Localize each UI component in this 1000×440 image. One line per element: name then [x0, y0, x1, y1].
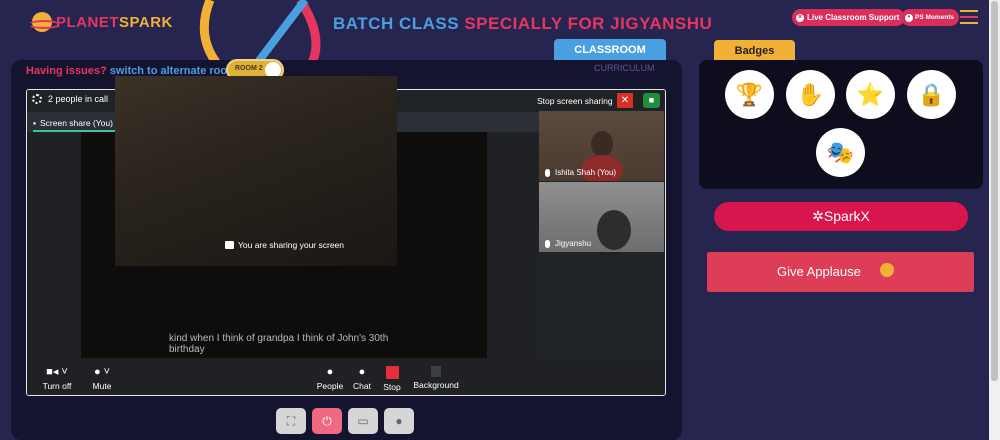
mic-toggle-button[interactable]: ● ˅ Mute — [82, 366, 122, 391]
page-title-part-b: SPECIALLY FOR JIGYANSHU — [464, 14, 713, 33]
palette-button[interactable]: ● — [384, 408, 414, 434]
chat-icon: ● — [358, 366, 366, 378]
moments-icon: • — [905, 13, 913, 22]
give-applause-label: Give Applause — [777, 264, 861, 279]
tab-classroom[interactable]: CLASSROOM — [554, 39, 666, 61]
stop-label: Stop — [383, 382, 401, 392]
microphone-icon: ● ˅ — [93, 366, 111, 378]
sharing-message-text: You are sharing your screen — [238, 240, 345, 250]
room-toggle-label: ROOM 2 — [235, 65, 263, 72]
leave-button[interactable]: ⏻ — [312, 408, 342, 434]
stop-screen-sharing-label: Stop screen sharing — [537, 96, 613, 106]
classroom-action-bar: ⛶ ⏻ ▭ ● — [276, 408, 414, 434]
page-scrollbar[interactable] — [989, 0, 1000, 440]
video-subtitle: kind when I think of grandpa I think of … — [169, 333, 389, 355]
give-applause-button[interactable]: Give Applause — [707, 252, 974, 292]
page-title: BATCH CLASS SPECIALLY FOR JIGYANSHU — [333, 14, 712, 34]
participant-tile[interactable]: Jigyanshu — [539, 182, 664, 252]
planet-icon — [28, 12, 60, 32]
participant-tile[interactable]: Ishita Shah (You) — [539, 111, 664, 181]
menu-icon[interactable] — [960, 10, 978, 28]
sparkx-label: SparkX — [823, 208, 870, 224]
lock-badge-icon[interactable]: 🔒 — [907, 70, 956, 119]
participant-name: Jigyanshu — [555, 239, 592, 248]
ps-moments-label: PS Moments — [915, 14, 955, 21]
camera-label: Turn off — [42, 381, 72, 391]
people-button[interactable]: ● People — [315, 366, 345, 391]
background-label: Background — [413, 380, 459, 390]
microphone-icon — [545, 239, 550, 248]
tab-curriculum[interactable]: CURRICULUM — [594, 63, 655, 73]
sparkx-icon: ✲ — [812, 208, 824, 224]
stop-share-icon — [385, 366, 399, 379]
page-title-part-a: BATCH CLASS — [333, 14, 460, 33]
people-label: People — [316, 381, 344, 391]
trophy-badge-icon[interactable]: 🏆 — [725, 70, 774, 119]
live-classroom-support-button[interactable]: × Live Classroom Support — [792, 9, 906, 26]
star-badge-icon[interactable]: ⭐ — [846, 70, 895, 119]
badges-tab[interactable]: Badges — [714, 40, 795, 60]
person-icon: ● — [326, 366, 334, 378]
monitor-icon: ▭ — [357, 414, 369, 428]
palette-icon: ● — [395, 414, 403, 428]
planetspark-logo[interactable]: PLANETSPARK — [28, 12, 173, 32]
participant-name: Ishita Shah (You) — [555, 168, 617, 177]
live-support-label: Live Classroom Support — [807, 13, 900, 22]
stop-sharing-close-button[interactable]: ✕ — [617, 93, 633, 108]
close-circle-icon: × — [796, 13, 804, 22]
scrollbar-thumb[interactable] — [991, 1, 998, 381]
sharing-message: You are sharing your screen — [225, 240, 344, 250]
stop-button[interactable]: Stop — [379, 366, 405, 392]
participant-name-tag: Jigyanshu — [545, 239, 591, 248]
badges-panel: 🏆 ✋ ⭐ 🔒 🎭 — [699, 60, 983, 189]
video-camera-icon: ■◂ ˅ — [46, 366, 68, 378]
issues-prefix: Having issues? — [26, 65, 107, 77]
microphone-icon — [545, 168, 550, 177]
background-button[interactable]: Background — [410, 366, 462, 390]
hands-badge-icon[interactable]: ✋ — [786, 70, 835, 119]
people-count-label: 2 people in call — [48, 94, 109, 104]
ps-moments-button[interactable]: • PS Moments — [901, 9, 960, 26]
screen-button[interactable]: ▭ — [348, 408, 378, 434]
clap-icon — [880, 263, 894, 277]
sparkx-button[interactable]: ✲SparkX — [714, 202, 968, 231]
logo-text-spark: SPARK — [119, 13, 173, 31]
chat-label: Chat — [353, 381, 371, 391]
screen-share-tab-label: Screen share (You) — [40, 118, 113, 128]
background-icon — [431, 366, 441, 377]
fullscreen-button[interactable]: ⛶ — [276, 408, 306, 434]
gear-icon[interactable] — [32, 94, 42, 104]
camera-icon[interactable]: ■ — [643, 93, 660, 108]
participant-video — [597, 210, 631, 250]
shared-video-frame — [115, 76, 397, 266]
camera-toggle-button[interactable]: ■◂ ˅ Turn off — [37, 366, 77, 391]
mic-label: Mute — [92, 381, 112, 391]
participant-name-tag: Ishita Shah (You) — [545, 168, 616, 177]
screen-icon: ▪ — [33, 118, 37, 128]
fullscreen-icon: ⛶ — [286, 414, 296, 428]
call-controls: ■◂ ˅ Turn off ● ˅ Mute ● People ● Chat S… — [27, 358, 665, 395]
mask-badge-icon[interactable]: 🎭 — [816, 128, 865, 177]
people-count: 2 people in call — [32, 94, 108, 104]
participant-video — [591, 131, 613, 157]
logo-text-planet: PLANET — [56, 13, 119, 31]
share-screen-icon — [225, 241, 234, 249]
screen-share-tab[interactable]: ▪ Screen share (You) ··· — [33, 118, 125, 128]
chat-button[interactable]: ● Chat — [348, 366, 376, 391]
power-icon: ⏻ — [322, 414, 332, 428]
